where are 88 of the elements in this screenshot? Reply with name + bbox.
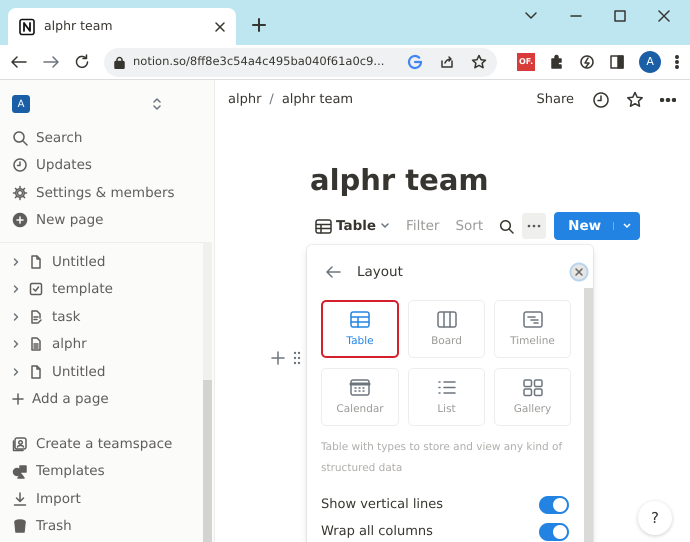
- chevron-down-icon: [524, 11, 538, 21]
- browser-tab[interactable]: alphr team: [8, 8, 236, 45]
- close-icon: [658, 10, 670, 22]
- toggle-switch[interactable]: [539, 496, 569, 514]
- board-icon: [436, 308, 458, 330]
- sidebar-item[interactable]: Trash: [0, 512, 214, 540]
- caret-icon[interactable]: [622, 222, 632, 230]
- more-button[interactable]: [522, 213, 546, 239]
- sidebar-item[interactable]: New page: [0, 206, 214, 234]
- breadcrumb-link[interactable]: alphr team: [282, 90, 354, 110]
- sidebar-item[interactable]: template: [0, 276, 203, 303]
- chevron-right-icon: [12, 312, 20, 322]
- drag-handle-icon: [293, 351, 301, 365]
- view-selector[interactable]: Table: [315, 216, 390, 236]
- caret-icon: [380, 222, 390, 230]
- new-button[interactable]: New: [554, 212, 640, 240]
- templates-icon: [12, 463, 28, 480]
- tab-title: alphr team: [44, 17, 113, 36]
- lock-icon: [114, 56, 125, 68]
- trash-icon: [12, 518, 28, 534]
- new-page-icon: [12, 212, 28, 228]
- address-bar[interactable]: notion.so/8ff8e3c54a4c495ba040f61a0c9...: [104, 48, 497, 76]
- share-button[interactable]: Share: [536, 90, 574, 110]
- settings-icon: [12, 184, 28, 201]
- clock-icon: [12, 157, 28, 174]
- layout-option[interactable]: Table: [321, 300, 399, 358]
- sidebar-item[interactable]: Updates: [0, 152, 214, 179]
- breadcrumb-link[interactable]: alphr: [228, 90, 262, 110]
- import-icon: [12, 490, 28, 507]
- updown-icon: [152, 96, 162, 111]
- chevron-right-icon: [12, 366, 20, 377]
- bolt-icon: [579, 54, 596, 70]
- panel-title: Layout: [357, 262, 403, 282]
- side-panel-icon: [609, 54, 626, 70]
- table-icon: [315, 218, 332, 234]
- toggle-label: Wrap all columns: [321, 522, 433, 541]
- table-icon: [349, 308, 371, 330]
- star-icon: [626, 91, 644, 109]
- checkbox-icon: [28, 281, 44, 298]
- more-icon: [675, 54, 680, 70]
- sidebar-item[interactable]: Untitled: [0, 248, 203, 276]
- reload-icon: [74, 54, 90, 70]
- url-text: notion.so/8ff8e3c54a4c495ba040f61a0c9...: [133, 53, 384, 70]
- search-icon: [12, 130, 28, 146]
- sidebar-item[interactable]: task: [0, 303, 203, 330]
- close-icon: [569, 262, 589, 282]
- scrollbar-thumb[interactable]: [203, 380, 212, 542]
- timeline-icon: [522, 308, 544, 330]
- calendar-icon: [349, 376, 371, 398]
- new-tab-icon: [252, 18, 266, 32]
- search-icon: [499, 218, 514, 234]
- clock-icon: [592, 91, 610, 109]
- extension-badge[interactable]: OF.: [517, 53, 536, 71]
- chevron-right-icon: [12, 284, 20, 294]
- close-icon: [214, 20, 226, 32]
- sidebar-item[interactable]: alphr: [0, 330, 203, 358]
- gallery-icon: [522, 376, 544, 398]
- more-icon: [660, 98, 676, 102]
- plus-icon: [271, 351, 285, 365]
- toggle-switch[interactable]: [539, 522, 569, 540]
- sidebar-item[interactable]: Import: [0, 485, 214, 512]
- page-title: alphr team: [310, 162, 490, 199]
- sidebar-item[interactable]: Create a teamspace: [0, 430, 214, 458]
- breadcrumb-separator: /: [269, 91, 274, 110]
- toggle-label: Show vertical lines: [321, 496, 444, 514]
- layout-description: Table with types to store and view any kind of structured data: [321, 440, 564, 476]
- maximize-icon: [614, 10, 626, 22]
- sidebar-item[interactable]: Templates: [0, 458, 214, 485]
- back-arrow-icon: [326, 266, 341, 278]
- scrollbar[interactable]: [584, 288, 593, 542]
- workspace-avatar[interactable]: A: [12, 95, 30, 113]
- help-button[interactable]: ?: [638, 501, 672, 535]
- star-icon: [471, 54, 487, 70]
- chevron-right-icon: [12, 256, 20, 267]
- teamspace-icon: [12, 436, 28, 452]
- chevron-right-icon: [12, 339, 20, 350]
- sidebar-item[interactable]: Search: [0, 124, 214, 152]
- add-page-button[interactable]: Add a page: [0, 386, 203, 413]
- back-icon: [10, 55, 28, 69]
- share-icon: [439, 54, 455, 70]
- plus-icon: [12, 393, 24, 406]
- forward-icon: [42, 55, 60, 69]
- profile-avatar[interactable]: A: [639, 51, 662, 73]
- notion-logo-icon: [18, 18, 36, 36]
- sidebar-item[interactable]: Untitled: [0, 358, 203, 386]
- sidebar-item[interactable]: Settings & members: [0, 179, 214, 206]
- more-icon: [527, 224, 542, 228]
- google-icon: [407, 54, 423, 70]
